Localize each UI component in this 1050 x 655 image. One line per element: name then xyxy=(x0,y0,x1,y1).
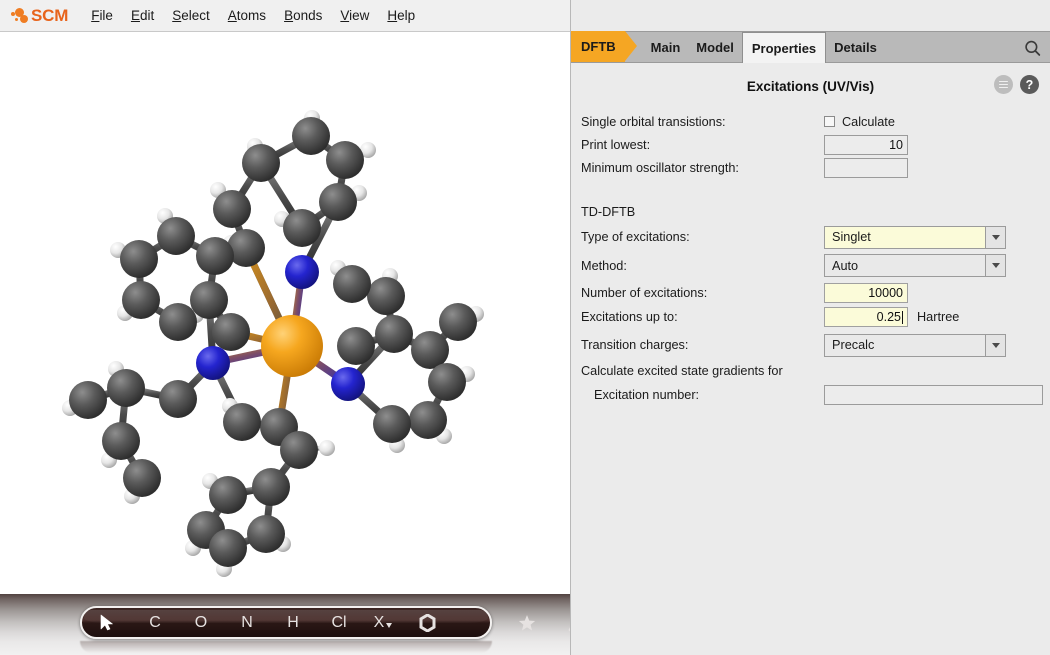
toolbar-reflection xyxy=(80,641,492,653)
chevron-down-icon xyxy=(386,623,392,628)
menu-help[interactable]: Help xyxy=(379,5,423,26)
select-cursor-tool[interactable] xyxy=(90,608,124,637)
hamburger-icon xyxy=(999,79,1008,90)
panel-menu-button[interactable] xyxy=(994,75,1013,94)
transition-charges-value: Precalc xyxy=(825,338,985,352)
tab-model[interactable]: Model xyxy=(688,34,742,62)
row-excitation-number: Excitation number: xyxy=(571,383,1050,407)
number-of-excitations-input[interactable]: 10000 xyxy=(824,283,908,303)
cursor-arrow-icon xyxy=(100,614,114,631)
chevron-down-icon xyxy=(992,343,1000,348)
single-orbital-checkbox-group[interactable]: Calculate xyxy=(824,115,895,129)
lollipop-tool[interactable] xyxy=(558,608,570,637)
metal-center-atom xyxy=(261,315,323,377)
settings-panel: DFTB Main Model Properties Details Excit… xyxy=(570,0,1050,655)
method-select[interactable]: Auto xyxy=(824,254,1006,277)
row-number-of-excitations: Number of excitations: 10000 xyxy=(571,281,1050,304)
calculate-checkbox-label: Calculate xyxy=(842,115,895,129)
row-excitations-up-to: Excitations up to: 0.25 Hartree xyxy=(571,304,1050,330)
drawing-toolbar: C O N H Cl X xyxy=(80,606,492,639)
menu-select[interactable]: Select xyxy=(164,5,218,26)
star-icon xyxy=(518,614,536,632)
chlorine-tool-label: Cl xyxy=(331,614,346,632)
molecule-viewer[interactable] xyxy=(0,32,570,594)
chlorine-tool[interactable]: Cl xyxy=(322,608,356,637)
excitations-up-to-label: Excitations up to: xyxy=(581,310,824,324)
section-td-dftb: TD-DFTB xyxy=(571,201,1050,224)
search-icon xyxy=(1024,40,1041,57)
other-element-tool-label: X xyxy=(374,614,385,632)
menu-view[interactable]: View xyxy=(332,5,377,26)
row-min-oscillator-strength: Minimum oscillator strength: xyxy=(571,156,1050,179)
other-element-tool[interactable]: X xyxy=(366,608,400,637)
hexagon-ring-icon xyxy=(419,614,436,632)
favorites-tool[interactable] xyxy=(510,608,544,637)
panel-title-row: Excitations (UV/Vis) ? xyxy=(571,79,1050,94)
dropdown-arrow-button[interactable] xyxy=(985,255,1005,276)
menu-file[interactable]: File xyxy=(83,5,121,26)
nitrogen-tool-label: N xyxy=(241,614,253,632)
method-label: Method: xyxy=(581,259,824,273)
calculate-checkbox[interactable] xyxy=(824,116,835,127)
min-oscillator-input[interactable] xyxy=(824,158,908,178)
print-lowest-input[interactable]: 10 xyxy=(824,135,908,155)
transition-charges-label: Transition charges: xyxy=(581,338,824,352)
print-lowest-label: Print lowest: xyxy=(581,138,824,152)
help-icon: ? xyxy=(1026,78,1034,92)
program-badge: DFTB xyxy=(571,31,625,62)
hydrogen-tool-label: H xyxy=(287,614,299,632)
carbon-tool[interactable]: C xyxy=(138,608,172,637)
dropdown-arrow-button[interactable] xyxy=(985,335,1005,356)
tab-details[interactable]: Details xyxy=(826,34,885,62)
type-of-excitations-select[interactable]: Singlet xyxy=(824,226,1006,249)
tab-bar: DFTB Main Model Properties Details xyxy=(571,32,1050,63)
oxygen-tool[interactable]: O xyxy=(184,608,218,637)
excitations-up-to-unit: Hartree xyxy=(917,310,959,324)
application-window: SCM File Edit Select Atoms Bonds View He… xyxy=(0,0,1050,655)
row-transition-charges: Transition charges: Precalc xyxy=(571,330,1050,360)
row-method: Method: Auto xyxy=(571,250,1050,281)
nitrogen-tool[interactable]: N xyxy=(230,608,264,637)
scm-logo-text: SCM xyxy=(31,6,68,26)
carbon-tool-label: C xyxy=(149,614,161,632)
type-of-excitations-label: Type of excitations: xyxy=(581,230,824,244)
excitation-number-input[interactable] xyxy=(824,385,1043,405)
excitations-form: Single orbital transistions: Calculate P… xyxy=(571,110,1050,407)
method-value: Auto xyxy=(825,259,985,273)
scm-logo: SCM xyxy=(10,4,68,28)
tab-properties[interactable]: Properties xyxy=(742,32,826,63)
row-type-of-excitations: Type of excitations: Singlet xyxy=(571,224,1050,250)
gradients-section-label: Calculate excited state gradients for xyxy=(571,360,1050,383)
type-of-excitations-value: Singlet xyxy=(825,230,985,244)
menu-bonds[interactable]: Bonds xyxy=(276,5,330,26)
ring-tool[interactable] xyxy=(410,608,444,637)
lollipop-icon xyxy=(568,614,570,632)
row-single-orbital-transitions: Single orbital transistions: Calculate xyxy=(571,110,1050,133)
excitations-up-to-value: 0.25 xyxy=(877,310,901,324)
scm-logo-icon xyxy=(10,7,30,25)
page-title: Excitations (UV/Vis) xyxy=(747,79,874,94)
oxygen-tool-label: O xyxy=(195,614,207,632)
form-spacer xyxy=(571,179,1050,201)
excitation-number-label: Excitation number: xyxy=(581,388,824,402)
excitations-up-to-input[interactable]: 0.25 xyxy=(824,307,908,327)
dropdown-arrow-button[interactable] xyxy=(985,227,1005,248)
chevron-down-icon xyxy=(992,263,1000,268)
min-oscillator-label: Minimum oscillator strength: xyxy=(581,161,824,175)
single-orbital-label: Single orbital transistions: xyxy=(581,115,824,129)
menu-edit[interactable]: Edit xyxy=(123,5,162,26)
molecule-drawing xyxy=(0,32,570,594)
tab-main[interactable]: Main xyxy=(643,34,689,62)
drawing-toolbar-strip: C O N H Cl X xyxy=(0,594,570,655)
panel-title-buttons: ? xyxy=(994,75,1039,94)
help-button[interactable]: ? xyxy=(1020,75,1039,94)
hydrogen-tool[interactable]: H xyxy=(276,608,310,637)
menu-atoms[interactable]: Atoms xyxy=(220,5,274,26)
search-button[interactable] xyxy=(1022,38,1042,58)
number-of-excitations-label: Number of excitations: xyxy=(581,286,824,300)
row-print-lowest: Print lowest: 10 xyxy=(571,133,1050,156)
chevron-down-icon xyxy=(992,235,1000,240)
text-caret xyxy=(902,311,903,324)
transition-charges-select[interactable]: Precalc xyxy=(824,334,1006,357)
